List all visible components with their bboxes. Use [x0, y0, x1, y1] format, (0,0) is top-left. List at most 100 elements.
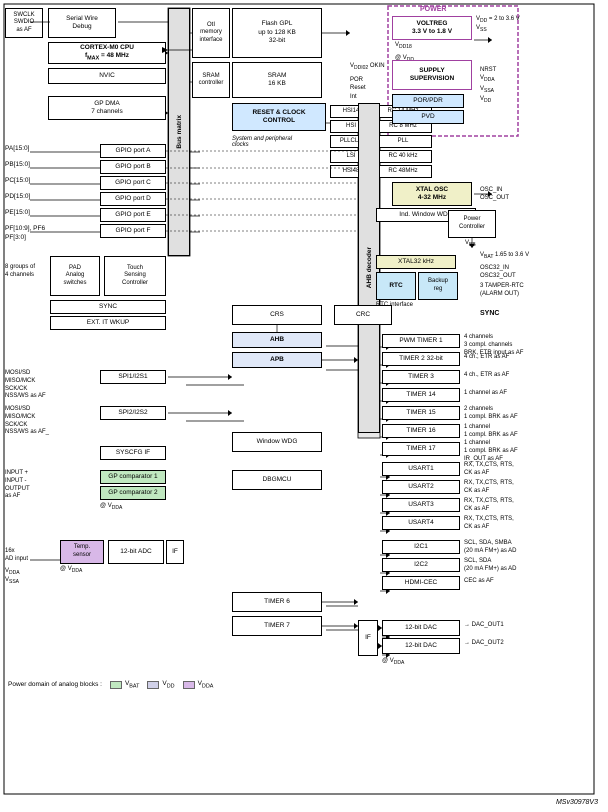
gpio-b-block: GPIO port B	[100, 160, 166, 174]
vdda-comp-label: @ VDDA	[100, 503, 122, 511]
i2c1-desc: SCL, SDA, SMBA(20 mA FM+) as AD	[464, 540, 517, 556]
usart1-block: USART1	[382, 462, 460, 476]
diagram-container: PA[15:0] PB[15:0] PC[15:0] PD[15:0] PE[1…	[0, 0, 608, 812]
gpio-d-block: GPIO port D	[100, 192, 166, 206]
legend-text: Power domain of analog blocks :	[8, 681, 102, 688]
cortex-block: CORTEX-M0 CPUfMAX = 48 MHz	[48, 42, 166, 64]
swclk-block: SWCLKSWDIOas AF	[5, 8, 43, 38]
legend-vdda-text: VDDA	[198, 680, 214, 689]
comp1-block: GP comparator 1	[100, 470, 166, 484]
tamper-label: 3 TAMPER-RTC(ALARM OUT)	[480, 282, 524, 299]
usart4-block: USART4	[382, 516, 460, 530]
timer3-block: TIMER 3	[382, 370, 460, 384]
legend-vdda-box	[183, 681, 195, 689]
pa-label: PA[15:0]	[5, 144, 29, 154]
gpdma-block: GP DMA7 channels	[48, 96, 166, 120]
hdmi-cec-desc: CEC as AF	[464, 578, 494, 584]
dac2-block: 12-bit DAC	[382, 638, 460, 654]
nvic-block: NVIC	[48, 68, 166, 84]
syscfg-block: SYSCFG IF	[100, 446, 166, 460]
pe-label: PE[15:0]	[5, 208, 30, 218]
por-reset-label: PORResetInt	[350, 76, 366, 101]
vdda-adc-label: @ VDDA	[60, 566, 82, 574]
sram-block: SRAM16 KB	[232, 62, 322, 98]
pad-analog-block: PADAnalogswitches	[50, 256, 100, 296]
gpio-a-block: GPIO port A	[100, 144, 166, 158]
legend-vbat-box	[110, 681, 122, 689]
flash-interface-block: OtImemoryinterface	[192, 8, 230, 58]
spi2-block: SPI2/I2S2	[100, 406, 166, 420]
vdda-dac-label: @ VDDA	[382, 658, 404, 666]
usart1-desc: RX, TX,CTS, RTS,CK as AF	[464, 462, 514, 478]
legend-vbat-text: VBAT	[125, 680, 139, 689]
rtc-block: RTC	[376, 272, 416, 300]
adc-if-block: IF	[166, 540, 184, 564]
legend-container: Power domain of analog blocks : VBAT VDD…	[8, 680, 213, 689]
comp2-block: GP comparator 2	[100, 486, 166, 500]
swd-block: Serial WireDebug	[48, 8, 116, 38]
dac-if-block: IF	[358, 620, 378, 656]
osc-in-out-label: OSC_INOSC_OUT	[480, 186, 509, 203]
usart4-desc: RX, TX,CTS, RTS,CK as AF	[464, 516, 514, 532]
adc-block: 12-bit ADC	[108, 540, 164, 564]
pf-label: PF[10:9], PF6PF[3:0]	[5, 224, 45, 242]
temp-sensor-block: Temp.sensor	[60, 540, 104, 564]
pll-block: PLL	[374, 135, 432, 148]
input-label: INPUT +INPUT -OUTPUTas AF	[5, 470, 30, 501]
crc-block: CRC	[334, 305, 392, 325]
i2c1-block: I2C1	[382, 540, 460, 554]
pc-label: PC[15:0]	[5, 176, 30, 186]
i2c2-desc: SCL, SDA(20 mA FM+) as AD	[464, 558, 517, 574]
timer2-block: TIMER 2 32-bit	[382, 352, 460, 366]
xtal-osc-block: XTAL OSC4-32 MHz	[392, 182, 472, 206]
vdd-arrow-label: VDD = 2 to 3.6 VVSS	[476, 16, 520, 33]
gpio-e-block: GPIO port E	[100, 208, 166, 222]
hdmi-cec-block: HDMI-CEC	[382, 576, 460, 590]
pd-label: PD[15:0]	[5, 192, 30, 202]
nrst-label: NRSTVDDAVSSAVDD	[480, 66, 496, 105]
mosi1-label: MOSI/SDMISO/MCKSCK/CKNSS/WS as AF	[5, 370, 46, 401]
vddi02-label: VDDI02 OKIN	[350, 63, 385, 71]
timer15-block: TIMER 15	[382, 406, 460, 420]
i2c2-block: I2C2	[382, 558, 460, 572]
dac-out2-label: → DAC_OUT2	[464, 640, 504, 646]
vdda-vssa-label: VDDAVSSA	[5, 568, 20, 585]
xtal32-block: XTAL32 kHz	[376, 255, 456, 269]
timer7-block: TIMER 7	[232, 616, 322, 636]
pvd-block: PVD	[392, 110, 464, 124]
sys-clocks-label: System and peripheralclocks	[232, 136, 292, 148]
usart2-block: USART2	[382, 480, 460, 494]
sync-block: SYNC	[50, 300, 166, 314]
vbat-label: VBAT 1.65 to 3.6 V	[480, 252, 529, 261]
dac1-block: 12-bit DAC	[382, 620, 460, 636]
pb-label: PB[15:0]	[5, 160, 30, 170]
timer6-block: TIMER 6	[232, 592, 322, 612]
window-wdg-block: Window WDG	[232, 432, 322, 452]
bus-matrix-block: Bus matrix	[168, 8, 190, 256]
voltreg-block: VOLTREG3.3 V to 1.8 V	[392, 16, 472, 40]
ext-it-block: EXT. IT WKUP	[50, 316, 166, 330]
ad-input-label: 16xAD input	[5, 548, 28, 564]
spi1-block: SPI1/I2S1	[100, 370, 166, 384]
timer17-block: TIMER 17	[382, 442, 460, 456]
diagram-ref: MSv30978V3	[556, 799, 598, 806]
rc40-block: RC 40 kHz	[374, 150, 432, 163]
legend-vdd-text: VDD	[162, 680, 174, 689]
mosi2-label: MOSI/SDMISO/MCKSCK/CKNSS/WS as AF_	[5, 406, 49, 437]
pwm-timer1-block: PWM TIMER 1	[382, 334, 460, 348]
timer16-block: TIMER 16	[382, 424, 460, 438]
timer3-desc: 4 ch., ETR as AF	[464, 372, 509, 378]
timer17-desc: 1 channel1 compl. BRK as AFIR_OUT as AF	[464, 440, 518, 463]
vdd18-label: VDD18	[395, 42, 412, 50]
gpio-c-block: GPIO port C	[100, 176, 166, 190]
legend-vdd-box	[147, 681, 159, 689]
timer14-desc: 1 channel as AF	[464, 390, 507, 396]
reset-clock-block: RESET & CLOCKCONTROL	[232, 103, 326, 131]
power-ctrl-block: PowerController	[448, 210, 496, 238]
ahb-block: AHB	[232, 332, 322, 348]
osc32-label: OSC32_INOSC32_OUT	[480, 264, 516, 281]
apb-block: APB	[232, 352, 322, 368]
timer14-block: TIMER 14	[382, 388, 460, 402]
flash-gpl-block: Flash GPLup to 128 KB32-bit	[232, 8, 322, 58]
groups-label: 8 groups of4 channels	[5, 264, 35, 280]
